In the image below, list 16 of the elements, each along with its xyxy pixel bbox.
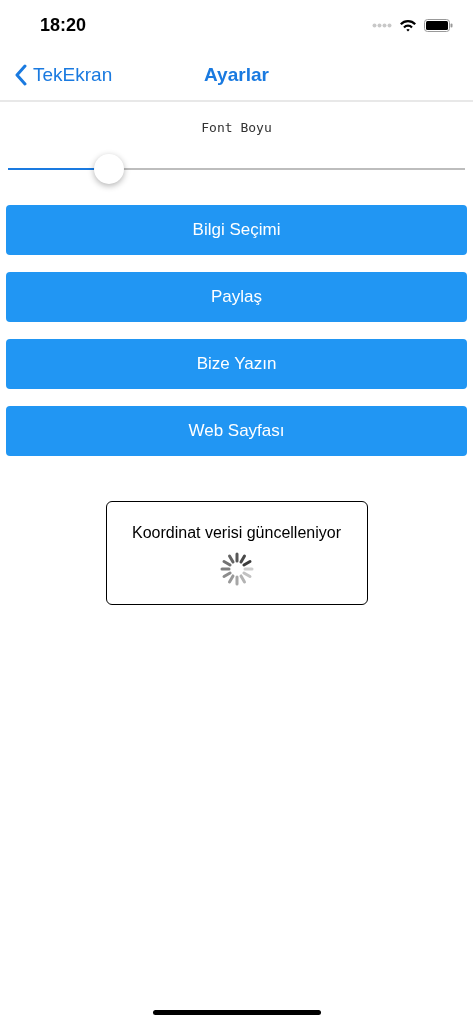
spinner-icon (219, 552, 254, 586)
slider-thumb[interactable] (93, 154, 124, 184)
menu-button[interactable]: Bize Yazın (6, 339, 467, 389)
status-time: 18:20 (40, 14, 87, 36)
menu-button[interactable]: Web Sayfası (6, 406, 467, 456)
font-size-slider[interactable] (8, 155, 465, 183)
battery-icon (424, 18, 453, 32)
wifi-icon (399, 18, 417, 32)
signal-icon (372, 22, 392, 28)
menu-button[interactable]: Bilgi Seçimi (6, 205, 467, 255)
menu-button[interactable]: Paylaş (6, 272, 467, 322)
font-size-label: Font Boyu (200, 120, 273, 135)
loading-message: Koordinat verisi güncelleniyor (132, 524, 341, 542)
back-button[interactable]: TekEkran (0, 64, 113, 86)
screen-title: Ayarlar (204, 64, 269, 86)
chevron-left-icon (14, 64, 27, 86)
